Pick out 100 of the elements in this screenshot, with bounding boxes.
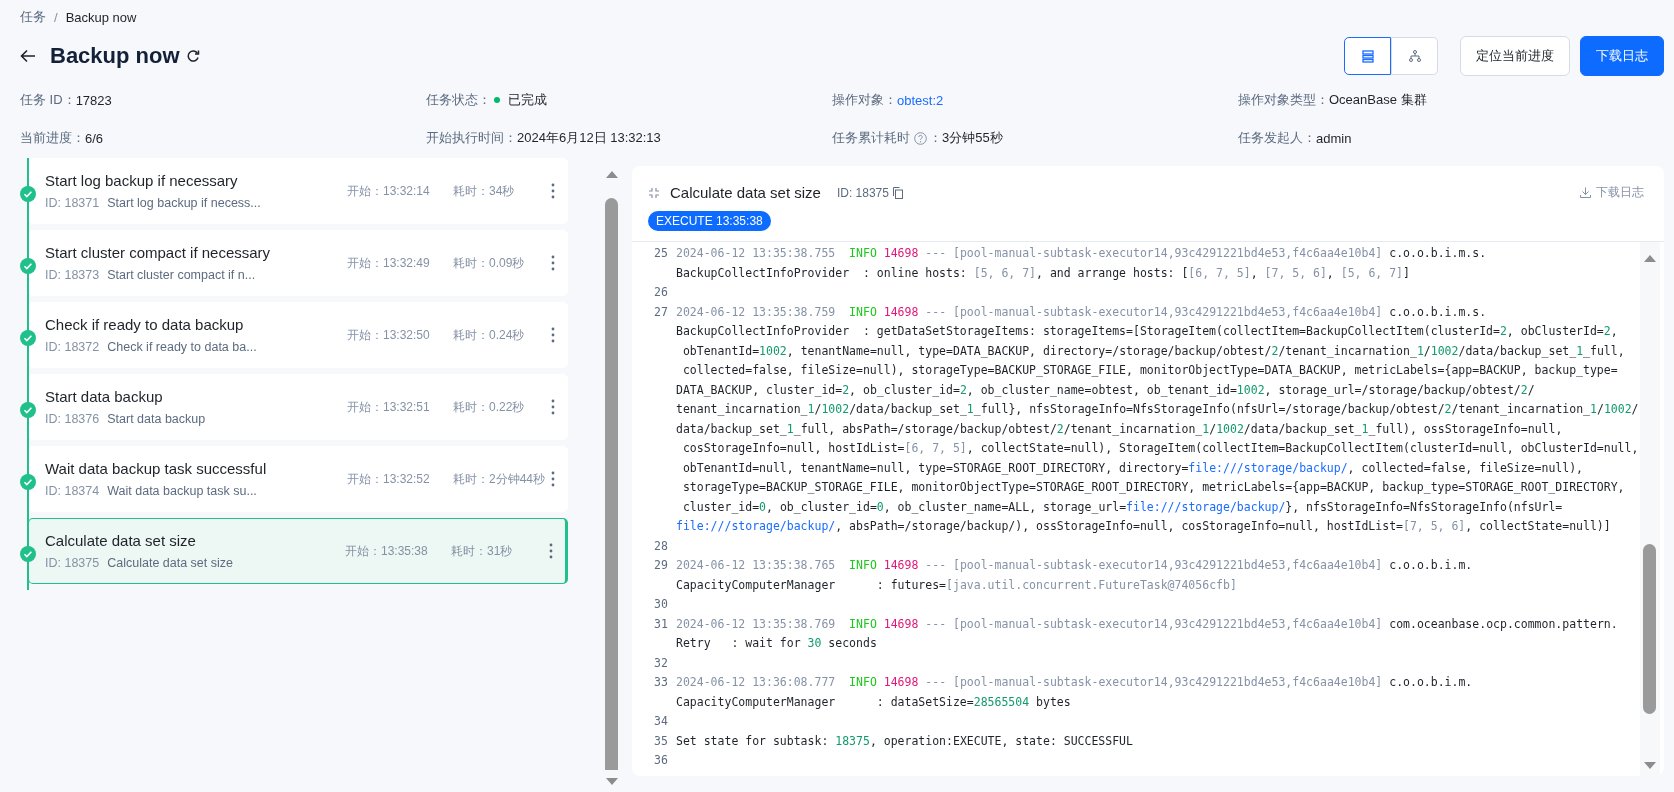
task-title: Wait data backup task successful — [45, 460, 268, 477]
field-value: admin — [1316, 130, 1352, 146]
start-time: 13:32:52 — [383, 471, 430, 486]
field-label: 任务发起人： — [1238, 129, 1316, 147]
log-line: obTenantId=1002, tenantName=null, type=DATA_BACKUP, directory=/storage/backup/obtest/2/tenant_incarnation_1/1002/data/backup_set_1_full, — [681, 342, 1626, 360]
task-id: ID: 18376 — [45, 412, 100, 426]
duration-value: 34秒 — [489, 183, 515, 198]
task-id: ID: 18373 — [45, 268, 100, 282]
tree-icon — [1408, 50, 1421, 62]
scrollbar-thumb[interactable] — [1643, 544, 1656, 714]
log-line: 2024-06-12 13:35:38.759 INFO 14698 --- [pool-manual-subtask-executor14,93c4291221bd4e53,f4c6aa4e10b4] c.o.o.b.i.m.s. — [676, 303, 1488, 321]
field-label: 操作对象： — [832, 91, 897, 109]
field-label: 开始执行时间： — [426, 129, 517, 147]
start-label: 开始： — [347, 255, 383, 270]
duration-label: 耗时： — [453, 183, 489, 198]
start-label: 开始： — [347, 471, 383, 486]
field-label: ： — [929, 129, 942, 147]
refresh-icon[interactable] — [185, 49, 200, 63]
field-link[interactable]: obtest:2 — [897, 92, 944, 108]
task-description: Wait data backup task su... — [107, 484, 257, 498]
field-label: 任务 ID： — [20, 91, 76, 109]
log-line: obTenantId=null, tenantName=null, type=STORAGE_ROOT_DIRECTORY, directory=file:///storage/backup/, collected=false, fileSize=null), — [681, 459, 1584, 477]
duration-label: 耗时： — [453, 255, 489, 270]
more-icon[interactable] — [551, 327, 555, 343]
task-title: Calculate data set size — [45, 532, 197, 549]
task-title: Check if ready to data backup — [45, 316, 245, 333]
more-icon[interactable] — [551, 399, 555, 415]
page-title: Backup now — [50, 43, 180, 69]
log-line: cluster_id=0, ob_cluster_id=0, ob_cluster_name=ALL, storage_url=file:///storage/backup/}, nfsStorageInfo=NfsStorageInfo(nfsUrl= — [681, 498, 1564, 516]
copy-icon[interactable] — [892, 186, 903, 199]
scroll-down-icon[interactable] — [1644, 762, 1656, 770]
log-line: Set state for subtask: 18375, operation:EXECUTE, state: SUCCESSFUL — [676, 732, 1134, 750]
line-number: 26 — [654, 284, 669, 301]
list-icon — [1361, 49, 1374, 63]
line-number: 32 — [654, 654, 669, 672]
log-line: CapacityComputerManager : futures=[java.util.concurrent.FutureTask@74056cfb] — [676, 576, 1238, 594]
log-line: BackupCollectInfoProvider : online hosts: [5, 6, 7], and arrange hosts: [[6, 7, 5], [7, 5, 6], [5, 6, 7]] — [676, 264, 1411, 282]
line-number: 30 — [654, 596, 669, 613]
log-line: tenant_incarnation_1/1002/data/backup_set_1_full}, nfsStorageInfo=NfsStorageInfo(nfsUrl=/storage/backup/obtest/2/tenant_incarnation_1/1002/ — [676, 401, 1640, 418]
start-time: 13:32:49 — [383, 255, 430, 270]
help-icon — [914, 131, 927, 145]
start-label: 开始： — [347, 327, 383, 342]
more-icon[interactable] — [551, 255, 555, 271]
subtask-id: ID: 18375 — [836, 185, 889, 200]
duration-value: 0.24秒 — [489, 327, 525, 342]
scroll-up-icon[interactable] — [1644, 254, 1656, 262]
more-icon[interactable] — [551, 183, 555, 199]
more-icon[interactable] — [549, 543, 553, 559]
log-line: 2024-06-12 13:35:38.755 INFO 14698 --- [pool-manual-subtask-executor14,93c4291221bd4e53,f4c6aa4e10b4] c.o.o.b.i.m.s. — [676, 245, 1488, 262]
log-line: 2024-06-12 13:36:08.777 INFO 14698 --- [pool-manual-subtask-executor14,93c4291221bd4e53,f4c6aa4e10b4] c.o.o.b.i.m. — [676, 674, 1474, 691]
field-value: 已完成 — [508, 91, 547, 109]
task-id: ID: 18374 — [45, 484, 100, 498]
line-number: 27 — [654, 303, 669, 321]
line-number: 35 — [654, 732, 669, 750]
log-line: DATA_BACKUP, cluster_id=2, ob_cluster_id=2, ob_cluster_name=obtest, ob_tenant_id=1002, storage_url=/storage/backup/obtest/2/ — [676, 381, 1536, 399]
list-view-button[interactable] — [1344, 37, 1391, 75]
duration-value: 31秒 — [487, 543, 513, 558]
field-value: 6/6 — [85, 130, 104, 146]
log-line: storageType=BACKUP_STORAGE_FILE, monitorObjectType=STORAGE_ROOT_DIRECTORY, metricLabels={app=BACKUP, backup_type=STORAGE_ROOT_DIRECTORY, — [681, 479, 1626, 496]
duration-value: 2分钟44秒 — [489, 471, 546, 486]
task-description: Check if ready to data ba... — [107, 340, 257, 354]
duration-value: 0.22秒 — [489, 399, 525, 414]
log-line: BackupCollectInfoProvider : getDataSetStorageItems: storageItems=[StorageItem(collectItem=BackupCollectItem(clusterId=2, obClusterId=2, — [676, 323, 1619, 340]
field-label: 操作对象类型： — [1238, 91, 1329, 109]
breadcrumb-current: Backup now — [65, 9, 137, 25]
start-time: 13:32:51 — [383, 399, 430, 414]
breadcrumb-link[interactable]: 任务 — [20, 8, 46, 26]
duration-value: 0.09秒 — [489, 255, 525, 270]
download-icon — [1580, 187, 1591, 198]
start-time: 13:32:14 — [383, 183, 430, 198]
scrollbar-thumb[interactable] — [605, 198, 618, 770]
task-id: ID: 18371 — [45, 196, 100, 210]
line-number: 28 — [654, 537, 669, 555]
field-value: 3分钟55秒 — [942, 129, 1003, 147]
field-value: OceanBase 集群 — [1329, 91, 1427, 109]
execution-tag: EXECUTE 13:35:38 — [648, 211, 771, 231]
line-number: 36 — [654, 752, 669, 769]
duration-label: 耗时： — [451, 543, 487, 558]
log-line: collected=false, fileSize=null), storageType=BACKUP_STORAGE_FILE, monitorObjectType=DATA_BACKUP, metricLabels={app=BACKUP, backup_type= — [681, 362, 1619, 379]
start-time: 13:35:38 — [381, 543, 428, 558]
task-id: ID: 18372 — [45, 340, 100, 354]
start-time: 13:32:50 — [383, 327, 430, 342]
breadcrumb-separator: / — [54, 9, 58, 25]
more-icon[interactable] — [551, 471, 555, 487]
line-number: 34 — [654, 713, 669, 730]
log-line: 2024-06-12 13:35:38.765 INFO 14698 --- [pool-manual-subtask-executor14,93c4291221bd4e53,f4c6aa4e10b4] c.o.o.b.i.m. — [676, 557, 1474, 574]
task-title: Start log backup if necessary — [45, 172, 239, 189]
log-line: data/backup_set_1_full, absPath=/storage/backup/obtest/2/tenant_incarnation_1/1002/data/backup_set_1_full), ossStorageInfo=null, — [676, 420, 1564, 438]
task-title: Start data backup — [45, 388, 164, 405]
download-log-button[interactable]: 下载日志 — [1580, 36, 1664, 76]
task-description: Calculate data set size — [107, 556, 233, 570]
log-line: CapacityComputerManager : dataSetSize=28565504 bytes — [676, 693, 1072, 711]
locate-progress-button[interactable]: 定位当前进度 — [1460, 36, 1570, 76]
back-arrow-icon[interactable] — [20, 49, 36, 63]
task-title: Start cluster compact if necessary — [45, 244, 272, 261]
field-label: 当前进度： — [20, 129, 85, 147]
scroll-up-icon[interactable] — [606, 170, 618, 178]
scroll-down-icon[interactable] — [606, 778, 618, 786]
duration-label: 耗时： — [453, 471, 489, 486]
log-title: Calculate data set size — [670, 184, 821, 201]
